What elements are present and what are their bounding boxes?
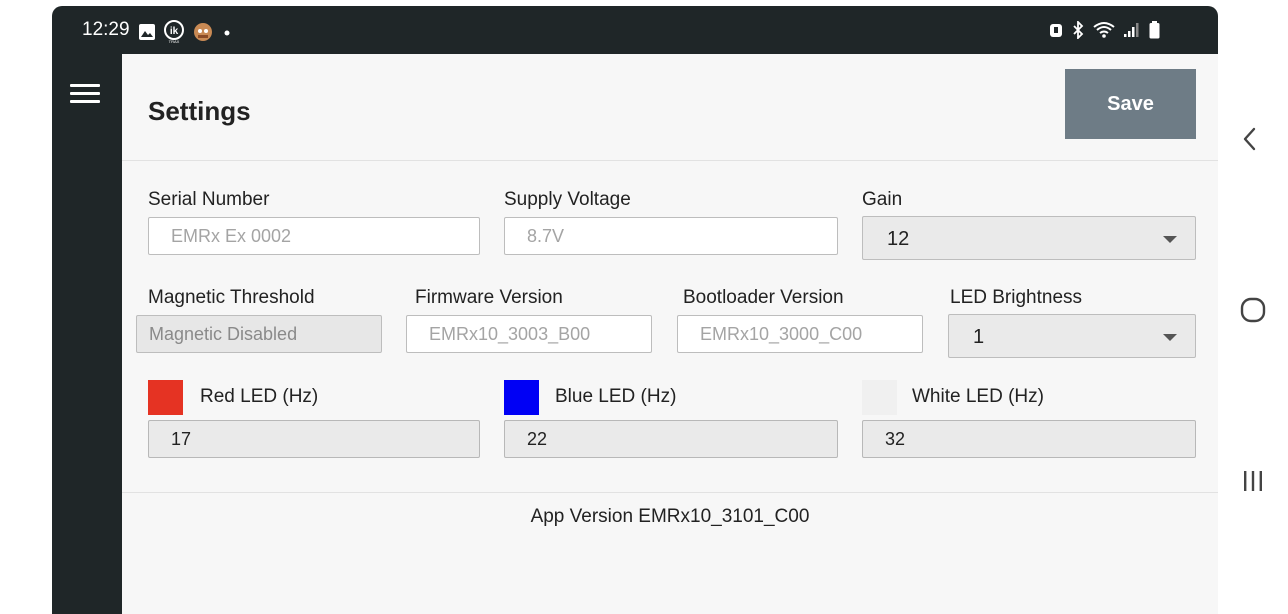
magnetic-threshold-field: Magnetic Disabled	[136, 315, 382, 353]
firmware-version-field[interactable]: EMRx10_3003_B00	[406, 315, 652, 353]
battery-icon	[1149, 21, 1160, 39]
firmware-version-label: Firmware Version	[415, 287, 563, 308]
gallery-icon	[139, 24, 155, 40]
status-bar: 12:29 ik TRAX	[52, 6, 1218, 54]
status-icons-left: ik TRAX	[138, 20, 234, 44]
white-led-field[interactable]: 32	[862, 420, 1196, 458]
blue-led-swatch[interactable]	[504, 380, 539, 415]
chevron-down-icon	[1163, 236, 1177, 243]
app-version: App Version EMRx10_3101_C00	[530, 506, 810, 527]
home-icon[interactable]	[1240, 296, 1266, 324]
wifi-icon	[1093, 22, 1115, 38]
white-led-swatch[interactable]	[862, 380, 897, 415]
back-icon[interactable]	[1238, 125, 1262, 153]
gain-value: 12	[887, 228, 910, 250]
status-icons-right	[1049, 21, 1160, 39]
blue-led-field[interactable]: 22	[504, 420, 838, 458]
red-led-swatch[interactable]	[148, 380, 183, 415]
settings-content: Settings Save Serial Number EMRx Ex 0002…	[122, 54, 1218, 614]
led-brightness-label: LED Brightness	[950, 287, 1083, 308]
page-title: Settings	[148, 96, 251, 126]
gain-label: Gain	[862, 189, 903, 210]
magnetic-threshold-label: Magnetic Threshold	[148, 287, 315, 308]
svg-text:TRAX: TRAX	[169, 39, 180, 44]
red-led-field[interactable]: 17	[148, 420, 480, 458]
status-time: 12:29	[82, 19, 130, 40]
sidebar	[52, 54, 122, 614]
menu-icon[interactable]	[70, 84, 100, 106]
app-avatar-icon	[194, 23, 212, 41]
system-nav-bar	[1218, 0, 1288, 614]
chevron-down-icon	[1163, 334, 1177, 341]
supply-voltage-label: Supply Voltage	[504, 189, 631, 210]
led-brightness-select[interactable]: 1	[948, 314, 1196, 358]
serial-number-label: Serial Number	[148, 189, 270, 210]
bootloader-version-label: Bootloader Version	[683, 287, 844, 308]
bootloader-version-field[interactable]: EMRx10_3000_C00	[677, 315, 923, 353]
dot-icon	[224, 30, 230, 36]
recent-apps-icon[interactable]	[1241, 468, 1265, 494]
alarm-icon	[1050, 24, 1062, 37]
serial-number-field[interactable]: EMRx Ex 0002	[148, 217, 480, 255]
device-frame: 12:29 ik TRAX Settings Save Serial Numbe…	[52, 6, 1218, 614]
blue-led-label: Blue LED (Hz)	[555, 386, 677, 407]
svg-text:ik: ik	[170, 26, 179, 37]
signal-icon	[1124, 23, 1139, 37]
ik-trax-icon: ik TRAX	[164, 20, 184, 44]
settings-header: Settings Save	[122, 54, 1218, 161]
gain-select[interactable]: 12	[862, 216, 1196, 260]
supply-voltage-field[interactable]: 8.7V	[504, 217, 838, 255]
led-brightness-value: 1	[973, 326, 985, 348]
save-button[interactable]: Save	[1065, 69, 1196, 139]
bluetooth-icon	[1073, 21, 1084, 39]
divider	[122, 492, 1218, 493]
red-led-label: Red LED (Hz)	[200, 386, 319, 407]
white-led-label: White LED (Hz)	[912, 386, 1044, 407]
